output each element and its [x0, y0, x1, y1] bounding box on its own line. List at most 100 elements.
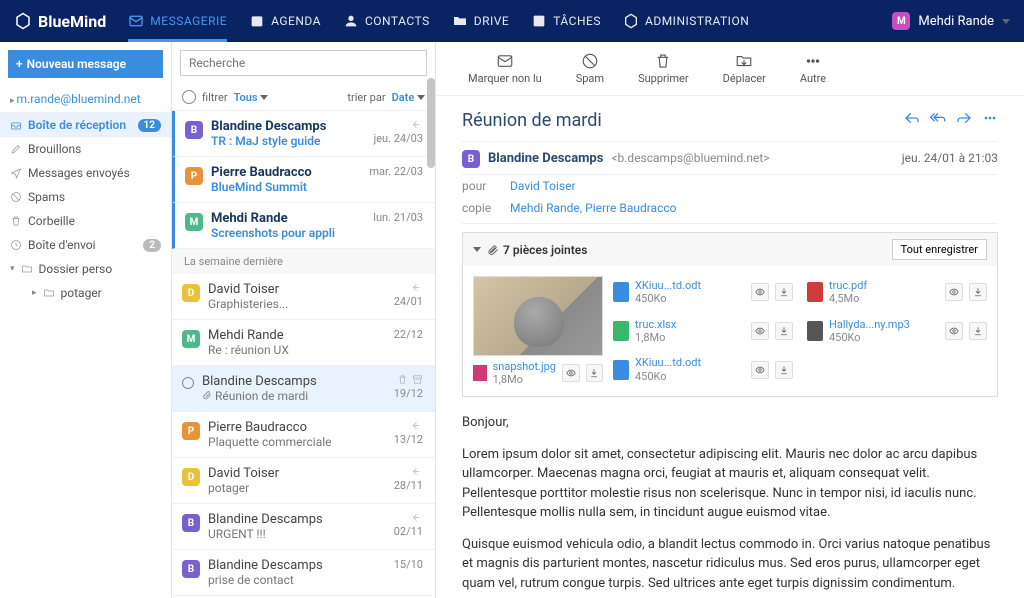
gear-icon: [623, 13, 639, 29]
folder-list: Boîte de réception12 Brouillons Messages e…: [0, 113, 171, 305]
send-icon: [10, 167, 22, 179]
message-from: David Toiser: [208, 282, 386, 297]
view-button[interactable]: [751, 361, 769, 379]
user-avatar: M: [892, 12, 910, 30]
message-meta: jeu. 24/03: [374, 119, 423, 148]
folder-label: Brouillons: [28, 142, 81, 156]
nav-messagerie[interactable]: MESSAGERIE: [128, 13, 227, 42]
message-item[interactable]: MMehdi Rande Screenshots pour applilun. …: [172, 203, 435, 249]
message-item[interactable]: BBlandine Descamps prise de contact15/10: [172, 550, 435, 596]
preview-filename: snapshot.jpg: [493, 360, 556, 373]
folder-item[interactable]: Boîte d'envoi 2: [0, 233, 171, 257]
mail-greeting: Bonjour,: [462, 413, 998, 433]
collapse-icon[interactable]: [473, 247, 481, 252]
folder-item[interactable]: Messages envoyés: [0, 161, 171, 185]
sender-avatar: P: [185, 167, 203, 185]
message-item[interactable]: DDavid Toiser potager28/11: [172, 458, 435, 504]
more-icon: [804, 52, 822, 70]
attachment-filename: XKiuu...td.odt: [635, 279, 745, 292]
search-input[interactable]: [180, 50, 427, 76]
message-from: Blandine Descamps: [208, 558, 386, 573]
download-button[interactable]: [969, 283, 987, 301]
message-subject: Plaquette commerciale: [208, 435, 386, 449]
view-button[interactable]: [751, 283, 769, 301]
filter-bar: filtrer Tous trier par Date: [172, 84, 435, 111]
more-icon[interactable]: [982, 110, 998, 126]
toolbar-label: Marquer non lu: [468, 72, 542, 85]
download-button[interactable]: [775, 322, 793, 340]
nav-label: MESSAGERIE: [150, 14, 227, 28]
view-button[interactable]: [751, 322, 769, 340]
reply-icon: [412, 466, 423, 477]
folder-label: Boîte d'envoi: [28, 238, 96, 252]
folder-icon: [43, 287, 55, 299]
save-all-button[interactable]: Tout enregistrer: [892, 239, 987, 260]
reader-actions: [904, 110, 998, 126]
select-all-icon[interactable]: [182, 90, 196, 104]
toolbar-label: Spam: [576, 72, 604, 85]
message-item[interactable]: Blandine Descamps Réunion de mardi 19/12: [172, 366, 435, 412]
attachment-filesize: 450Ko: [635, 370, 667, 383]
compose-button[interactable]: + Nouveau message: [8, 50, 163, 78]
preview-image[interactable]: [473, 276, 603, 356]
toolbar-trash-button[interactable]: Supprimer: [638, 52, 689, 85]
message-item[interactable]: PPierre Baudracco Plaquette commerciale1…: [172, 412, 435, 458]
reader-toolbar: Marquer non lu Spam Supprimer Déplacer Autre: [436, 42, 1024, 96]
folder-item[interactable]: Corbeille: [0, 209, 171, 233]
download-button[interactable]: [969, 322, 987, 340]
filter-value[interactable]: Tous: [234, 91, 269, 104]
toolbar-spam-button[interactable]: Spam: [576, 52, 604, 85]
select-checkbox[interactable]: [182, 377, 194, 389]
message-from: David Toiser: [208, 466, 386, 481]
sort-value[interactable]: Date: [392, 91, 425, 104]
folder-item[interactable]: Boîte de réception12: [0, 113, 171, 137]
nav-taches[interactable]: TÂCHES: [531, 13, 601, 29]
message-date: lun. 21/03: [373, 211, 423, 224]
reply-icon[interactable]: [904, 110, 920, 126]
folder-item[interactable]: Brouillons: [0, 137, 171, 161]
forward-icon[interactable]: [956, 110, 972, 126]
folder-item[interactable]: ▸ potager: [0, 281, 171, 305]
reader-body: Réunion de mardi B Blandine Descamps <b.…: [436, 96, 1024, 598]
view-button[interactable]: [562, 364, 580, 382]
sender-avatar: B: [185, 121, 203, 139]
message-item[interactable]: PPierre Baudracco BlueMind Summitmar. 22…: [172, 157, 435, 203]
download-button[interactable]: [775, 283, 793, 301]
account-email[interactable]: m.rande@bluemind.net: [0, 86, 171, 113]
folder-item[interactable]: ▾ Dossier perso: [0, 257, 171, 281]
scrollbar[interactable]: [427, 78, 435, 168]
message-meta: 13/12: [394, 420, 423, 449]
paperclip-icon: [487, 244, 499, 256]
toolbar-more-button[interactable]: Autre: [800, 52, 826, 85]
message-list[interactable]: BBlandine Descamps TR : MaJ style guidej…: [172, 111, 435, 598]
brand: BlueMind: [14, 12, 106, 31]
message-meta: mar. 22/03: [369, 165, 423, 194]
download-button[interactable]: [586, 364, 604, 382]
view-button[interactable]: [945, 322, 963, 340]
user-menu[interactable]: M Mehdi Rande: [892, 12, 1010, 30]
nav-admin[interactable]: ADMINISTRATION: [623, 13, 749, 29]
folder-item[interactable]: Spams: [0, 185, 171, 209]
folder-badge: 2: [143, 239, 161, 252]
cc-value: Mehdi Rande, Pierre Baudracco: [510, 201, 677, 215]
message-date: 22/12: [394, 328, 423, 341]
attachment-filename: truc.pdf: [829, 279, 939, 292]
message-item[interactable]: DDavid Toiser Graphisteries...24/01: [172, 274, 435, 320]
reply-all-icon[interactable]: [930, 110, 946, 126]
toolbar-unread-button[interactable]: Marquer non lu: [468, 52, 542, 85]
archive-icon[interactable]: [412, 374, 423, 385]
trash-icon[interactable]: [397, 374, 408, 385]
toolbar-move-button[interactable]: Déplacer: [723, 52, 766, 85]
message-date: 19/12: [394, 387, 423, 400]
view-button[interactable]: [945, 283, 963, 301]
message-meta: 24/01: [394, 282, 423, 311]
nav-drive[interactable]: DRIVE: [452, 13, 510, 29]
chevron-down-icon: [417, 95, 425, 100]
message-from: Pierre Baudracco: [211, 165, 361, 180]
message-item[interactable]: BBlandine Descamps URGENT !!!02/11: [172, 504, 435, 550]
message-item[interactable]: BBlandine Descamps TR : MaJ style guidej…: [172, 111, 435, 157]
message-item[interactable]: MMehdi Rande Re : réunion UX22/12: [172, 320, 435, 366]
download-button[interactable]: [775, 361, 793, 379]
message-subject: Re : réunion UX: [208, 343, 386, 357]
move-icon: [735, 52, 753, 70]
